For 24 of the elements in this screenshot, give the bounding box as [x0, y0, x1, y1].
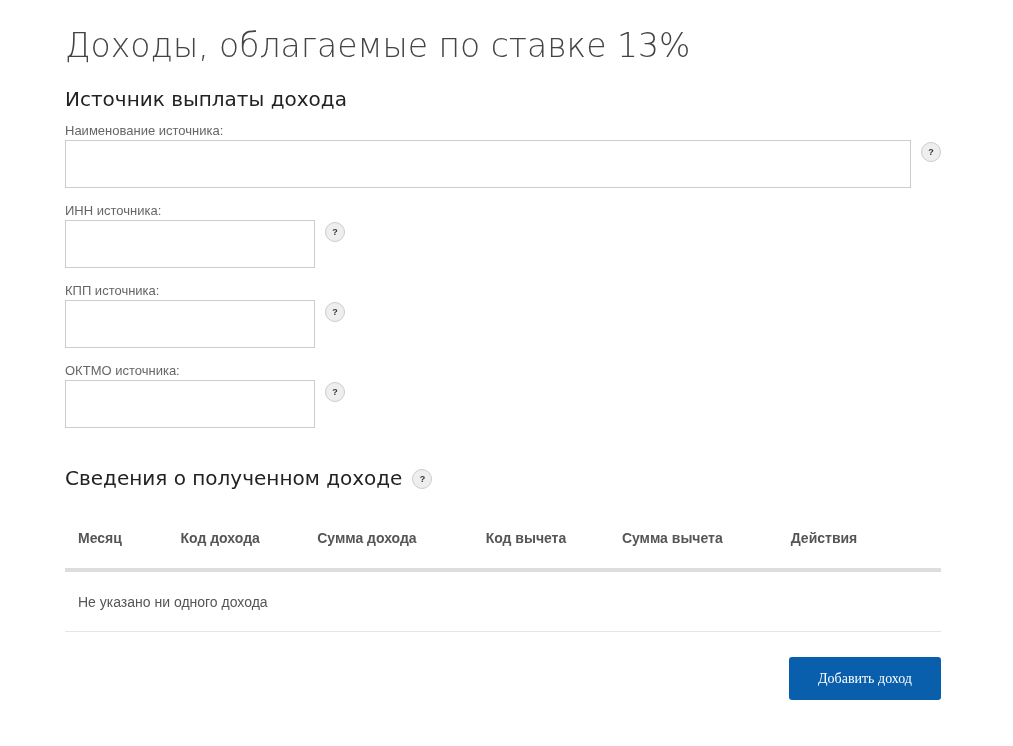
column-header: Сумма дохода	[304, 520, 473, 570]
help-button[interactable]: ?	[412, 469, 433, 489]
input-field[interactable]	[65, 140, 911, 188]
section-heading: Сведения о полученном доходе	[65, 466, 403, 490]
column-header: Код дохода	[167, 520, 305, 570]
add-income-button[interactable]: Добавить доход	[789, 657, 941, 700]
help-button[interactable]: ?	[325, 382, 345, 402]
input-field[interactable]	[65, 380, 315, 428]
column-header: Месяц	[65, 520, 168, 570]
column-header: Код вычета	[472, 520, 609, 570]
column-header: Действия	[777, 520, 941, 570]
empty-table-message: Не указано ни одного дохода	[65, 570, 941, 632]
field-label: ИНН источника:	[65, 203, 163, 218]
input-field[interactable]	[65, 300, 315, 348]
field-label: КПП источника:	[65, 283, 161, 298]
help-button[interactable]: ?	[921, 142, 941, 162]
column-header: Сумма вычета	[608, 520, 778, 570]
page-title: Доходы, облагаемые по ставке 13%	[65, 26, 692, 65]
help-button[interactable]: ?	[325, 222, 345, 242]
input-field[interactable]	[65, 220, 315, 268]
field-label: ОКТМО источника:	[65, 363, 181, 378]
help-button[interactable]: ?	[325, 302, 345, 322]
field-label: Наименование источника:	[65, 123, 225, 138]
section-heading: Источник выплаты дохода	[65, 87, 348, 111]
